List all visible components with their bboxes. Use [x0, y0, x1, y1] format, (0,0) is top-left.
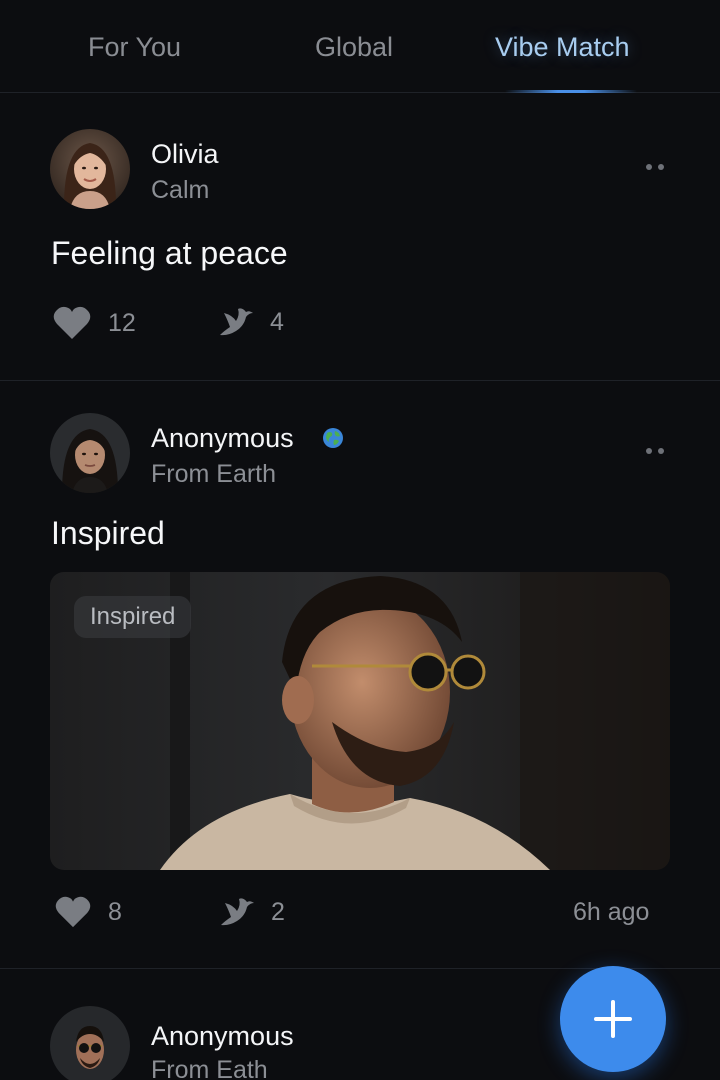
echo-button[interactable]: 2 [219, 895, 285, 929]
post-text: Feeling at peace [51, 235, 288, 271]
tab-global[interactable]: Global [315, 32, 393, 63]
author-location: From Eath [151, 1056, 268, 1080]
feed-tabs: For You Global Vibe Match [0, 0, 720, 93]
author-name[interactable]: Olivia [151, 139, 219, 170]
echo-count: 4 [270, 307, 284, 336]
echo-count: 2 [271, 897, 285, 926]
tab-for-you[interactable]: For You [88, 32, 181, 63]
active-tab-indicator [505, 90, 637, 93]
like-count: 8 [108, 897, 122, 926]
post-divider [0, 380, 720, 381]
post-text: Inspired [51, 515, 165, 551]
like-count: 12 [108, 308, 136, 337]
more-options-button[interactable] [646, 162, 672, 172]
more-options-button[interactable] [646, 446, 672, 456]
author-mood: Calm [151, 176, 210, 204]
author-name[interactable]: Anonymous [151, 423, 294, 454]
echo-button[interactable]: 4 [218, 305, 284, 339]
tab-vibe-match[interactable]: Vibe Match [495, 32, 630, 63]
plus-icon [611, 1000, 615, 1038]
avatar[interactable] [50, 413, 130, 493]
bird-icon [220, 308, 253, 336]
author-name[interactable]: Anonymous [151, 1021, 294, 1052]
avatar[interactable] [50, 129, 130, 209]
globe-icon [323, 428, 343, 448]
like-button[interactable]: 12 [52, 305, 136, 341]
heart-icon [55, 896, 91, 928]
mood-tag: Inspired [74, 596, 192, 638]
avatar[interactable] [50, 1006, 130, 1080]
heart-icon [53, 306, 91, 339]
post-timestamp: 6h ago [573, 898, 650, 926]
author-location: From Earth [151, 460, 277, 488]
like-button[interactable]: 8 [54, 895, 122, 929]
bird-icon [221, 898, 254, 926]
